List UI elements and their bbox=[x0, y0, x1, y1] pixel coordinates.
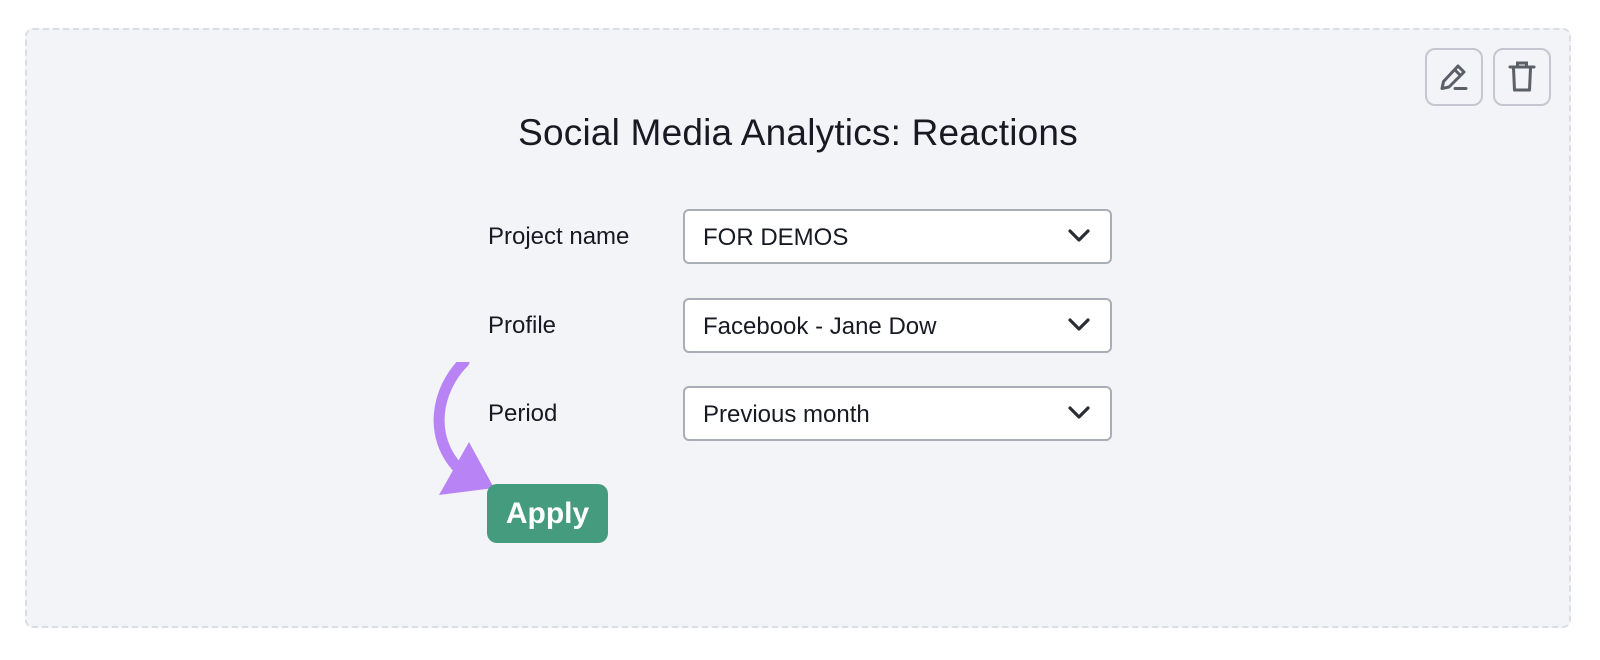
period-value: Previous month bbox=[703, 401, 870, 428]
project-name-value: FOR DEMOS bbox=[703, 224, 849, 251]
project-name-label: Project name bbox=[488, 223, 630, 250]
edit-widget-button[interactable] bbox=[1425, 48, 1483, 106]
period-select[interactable]: Previous month bbox=[683, 386, 1112, 441]
chevron-down-icon bbox=[1068, 406, 1090, 419]
pencil-icon bbox=[1440, 64, 1468, 90]
annotation-arrow-icon bbox=[433, 362, 494, 495]
chevron-down-icon bbox=[1068, 229, 1090, 242]
apply-button[interactable]: Apply bbox=[487, 484, 608, 543]
profile-value: Facebook - Jane Dow bbox=[703, 313, 937, 340]
project-name-select[interactable]: FOR DEMOS bbox=[683, 209, 1112, 264]
chevron-down-icon bbox=[1068, 318, 1090, 331]
profile-label: Profile bbox=[488, 312, 557, 339]
trash-icon bbox=[1508, 61, 1536, 92]
delete-widget-button[interactable] bbox=[1493, 48, 1551, 106]
profile-select[interactable]: Facebook - Jane Dow bbox=[683, 298, 1112, 353]
widget-title: Social Media Analytics: Reactions bbox=[518, 112, 1078, 153]
widget-card: Social Media Analytics: Reactions Projec… bbox=[25, 28, 1571, 628]
